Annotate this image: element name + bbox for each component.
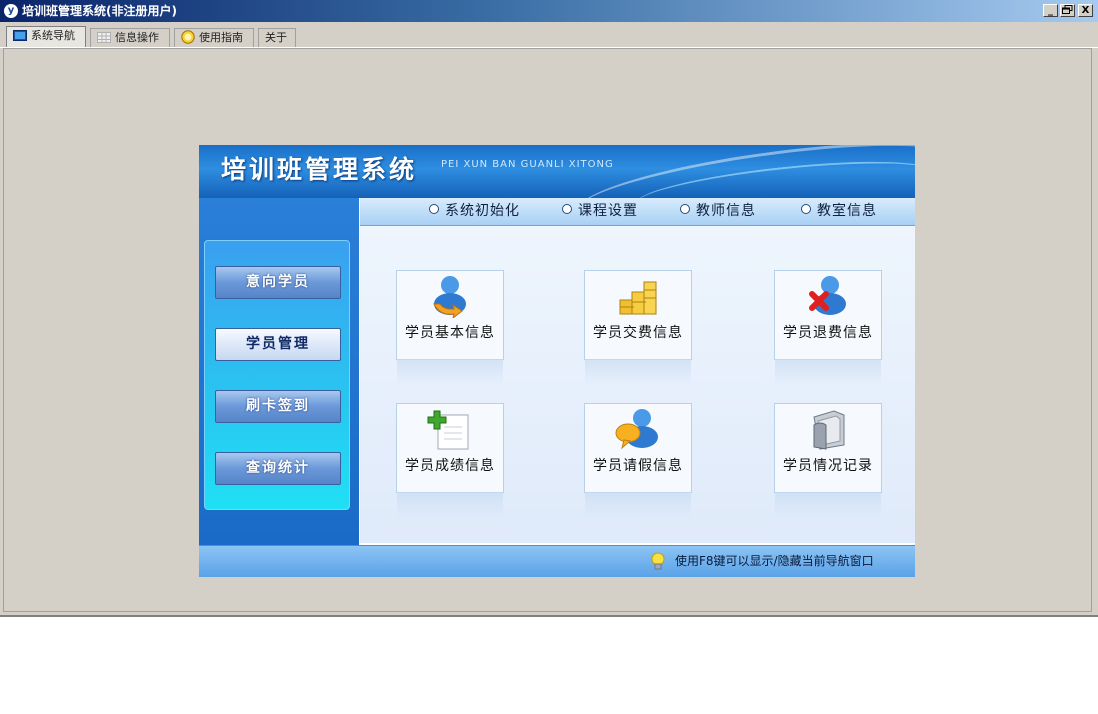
top-nav-label: 教师信息 (696, 203, 756, 219)
lightbulb-icon (651, 552, 665, 570)
grid-icon (97, 31, 111, 43)
top-nav-item-courses[interactable]: 课程设置 (562, 202, 638, 220)
tab-label: 关于 (265, 31, 287, 44)
status-hint: 使用F8键可以显示/隐藏当前导航窗口 (675, 554, 874, 568)
card-student-situation-record[interactable]: 学员情况记录 (774, 403, 882, 521)
card-student-refund-info[interactable]: 学员退费信息 (774, 270, 882, 388)
tab-label: 使用指南 (199, 31, 243, 44)
minimize-button[interactable]: _ (1043, 4, 1058, 17)
menu-button-query-stats[interactable]: 查询统计 (215, 452, 341, 485)
restore-icon (1062, 5, 1073, 14)
tab-info-ops[interactable]: 信息操作 (90, 28, 170, 48)
card-student-payment-info[interactable]: 学员交费信息 (584, 270, 692, 388)
student-remove-icon (809, 276, 846, 315)
student-chat-icon (615, 409, 658, 450)
card-label: 学员成绩信息 (405, 458, 495, 474)
app-window: y 培训班管理系统(非注册用户) _ X 系统导航 信息操作 使用指南 关于 培… (0, 0, 1098, 617)
student-refresh-icon (433, 276, 466, 318)
tab-bar: 系统导航 信息操作 使用指南 关于 (0, 24, 1098, 48)
menu-button-prospective-students[interactable]: 意向学员 (215, 266, 341, 299)
monitor-icon (13, 29, 27, 41)
radio-bullet-icon (562, 204, 572, 214)
banner-subtitle: PEI XUN BAN GUANLI XITONG (441, 159, 614, 170)
title-bar[interactable]: y 培训班管理系统(非注册用户) _ X (0, 0, 1098, 22)
card-student-grades-info[interactable]: 学员成绩信息 (396, 403, 504, 521)
tab-user-guide[interactable]: 使用指南 (174, 28, 254, 48)
content-area: 学员基本信息 学员交费信息 学员退费信息 学员成绩信息 学员请假信息 学员情况记… (360, 226, 915, 543)
window-title: 培训班管理系统(非注册用户) (22, 4, 177, 18)
app-icon: y (4, 4, 18, 18)
add-document-icon (427, 410, 469, 450)
tab-label: 信息操作 (115, 31, 159, 44)
menu-button-card-checkin[interactable]: 刷卡签到 (215, 390, 341, 423)
card-label: 学员退费信息 (783, 325, 873, 341)
tab-about[interactable]: 关于 (258, 28, 296, 48)
left-menu: 意向学员 学员管理 刷卡签到 查询统计 (199, 198, 359, 545)
card-student-leave-info[interactable]: 学员请假信息 (584, 403, 692, 521)
menu-button-student-management[interactable]: 学员管理 (215, 328, 341, 361)
top-nav-label: 系统初始化 (445, 203, 520, 219)
close-button[interactable]: X (1078, 4, 1093, 17)
radio-bullet-icon (680, 204, 690, 214)
radio-bullet-icon (429, 204, 439, 214)
card-label: 学员基本信息 (405, 325, 495, 341)
top-nav-item-teachers[interactable]: 教师信息 (680, 202, 756, 220)
top-nav-label: 教室信息 (817, 203, 877, 219)
card-student-basic-info[interactable]: 学员基本信息 (396, 270, 504, 388)
tab-label: 系统导航 (31, 29, 75, 42)
top-nav-item-classrooms[interactable]: 教室信息 (801, 202, 877, 220)
radio-bullet-icon (801, 204, 811, 214)
top-nav: 系统初始化 课程设置 教师信息 教室信息 (360, 198, 915, 226)
restore-button[interactable] (1060, 4, 1075, 17)
coins-icon (619, 281, 657, 315)
status-bar: 使用F8键可以显示/隐藏当前导航窗口 (199, 545, 915, 577)
navigation-panel: 培训班管理系统 PEI XUN BAN GUANLI XITONG 意向学员 学… (199, 145, 915, 577)
banner-title: 培训班管理系统 (221, 155, 418, 184)
help-icon (181, 30, 195, 44)
tab-system-nav[interactable]: 系统导航 (6, 26, 86, 48)
card-label: 学员请假信息 (593, 458, 683, 474)
top-nav-label: 课程设置 (578, 203, 638, 219)
top-nav-item-init[interactable]: 系统初始化 (429, 202, 520, 220)
card-label: 学员交费信息 (593, 325, 683, 341)
banner: 培训班管理系统 PEI XUN BAN GUANLI XITONG (199, 145, 915, 198)
card-label: 学员情况记录 (783, 458, 873, 474)
folder-icon (813, 410, 845, 450)
